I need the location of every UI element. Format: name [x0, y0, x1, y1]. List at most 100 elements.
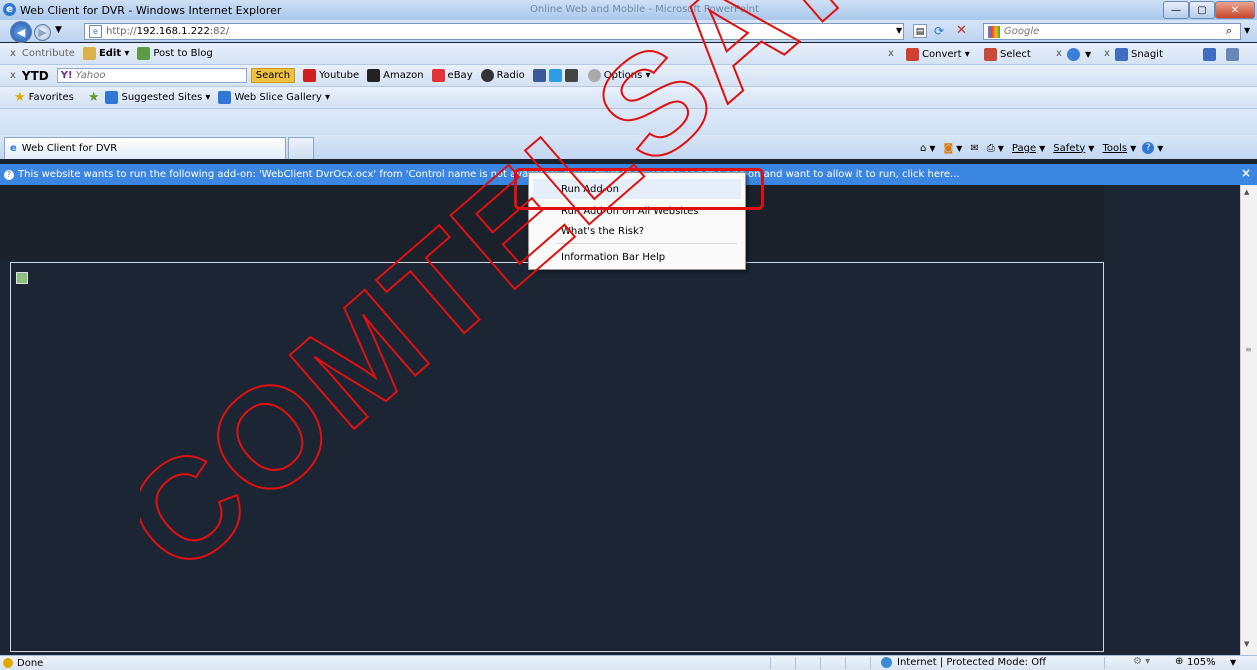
- back-button[interactable]: ◀: [10, 21, 32, 43]
- forward-button[interactable]: ▶: [34, 24, 51, 41]
- highlight-box: [514, 168, 764, 210]
- contribute-label: Contribute: [21, 48, 75, 59]
- ie-slice-icon: [218, 91, 232, 104]
- help-icon[interactable]: ?: [1142, 142, 1155, 154]
- search-button-label: Search: [255, 70, 291, 81]
- url-host: 192.168.1.222: [136, 26, 210, 37]
- close-window-button[interactable]: ✕: [1215, 1, 1255, 19]
- security-zone-text[interactable]: Internet | Protected Mode: Off: [897, 657, 1046, 668]
- yahoo-placeholder: Yahoo: [75, 70, 106, 81]
- snagit-capture-icon[interactable]: [1203, 48, 1216, 61]
- radio-button[interactable]: Radio: [480, 69, 525, 82]
- status-separator: [770, 657, 771, 669]
- recent-pages-chevron-icon[interactable]: ▼: [55, 25, 62, 35]
- select-button[interactable]: Select: [984, 48, 1031, 61]
- close-ytd-toolbar-icon[interactable]: x: [10, 70, 16, 81]
- help-dropdown-icon[interactable]: ▼: [1085, 50, 1091, 59]
- scroll-up-icon[interactable]: ▲: [1244, 188, 1249, 196]
- youtube-button[interactable]: Youtube: [303, 69, 359, 82]
- url-prefix: http://: [106, 26, 137, 37]
- pdf-convert-icon: [906, 48, 919, 61]
- status-separator: [820, 657, 821, 669]
- protected-mode-icon[interactable]: ⚙ ▾: [1133, 656, 1150, 667]
- activex-frame: [10, 262, 1104, 652]
- menu-item-whats-the-risk[interactable]: What's the Risk?: [533, 221, 741, 241]
- tools-menu-button[interactable]: Tools: [1102, 143, 1127, 154]
- radio-label: Radio: [496, 70, 525, 81]
- home-icon[interactable]: ⌂: [920, 143, 926, 154]
- options-button[interactable]: Options ▾: [587, 69, 651, 82]
- yahoo-search-field[interactable]: Y! Yahoo: [56, 68, 247, 83]
- zoom-dropdown-icon[interactable]: ▼: [1230, 658, 1236, 667]
- mail-icon[interactable]: ✉: [970, 143, 978, 154]
- ytd-label: YTD: [21, 68, 49, 83]
- new-tab-button[interactable]: [288, 137, 314, 159]
- search-icon[interactable]: ⌕: [1226, 24, 1232, 38]
- snagit-label: Snagit: [1131, 49, 1163, 60]
- gear-icon: [587, 69, 601, 82]
- ytd-button[interactable]: YTD: [22, 69, 49, 83]
- twitter-icon[interactable]: [548, 69, 562, 82]
- favorites-button[interactable]: ★ Favorites: [14, 90, 74, 105]
- background-window-title: Online Web and Mobile - Microsoft PowerP…: [530, 4, 759, 15]
- url-port: :82/: [209, 26, 230, 37]
- address-bar[interactable]: e http:// 192.168.1.222 :82/: [84, 23, 904, 40]
- youtube-label: Youtube: [319, 70, 360, 81]
- zoom-icon[interactable]: ⊕: [1175, 656, 1183, 667]
- edit-button[interactable]: Edit ▾: [82, 47, 129, 60]
- amazon-icon: [367, 69, 381, 82]
- stop-icon[interactable]: ✕: [956, 23, 967, 38]
- status-separator: [795, 657, 796, 669]
- address-dropdown-icon[interactable]: ▼: [896, 26, 902, 35]
- favorites-label: Favorites: [28, 92, 74, 103]
- select-label: Select: [1000, 49, 1031, 60]
- close-toolbar-icon[interactable]: x: [10, 48, 16, 59]
- favorites-bar: ★ Favorites ★ Suggested Sites ▾ Web Slice…: [0, 87, 1257, 109]
- search-input[interactable]: Google: [983, 23, 1241, 40]
- snagit-open-icon[interactable]: [1226, 48, 1239, 61]
- vertical-scrollbar[interactable]: ▲ ≡ ▼: [1240, 185, 1257, 655]
- scroll-down-icon[interactable]: ▼: [1244, 640, 1249, 648]
- post-to-blog-button[interactable]: Post to Blog: [137, 47, 213, 60]
- google-plus-icon[interactable]: [564, 69, 578, 82]
- print-icon[interactable]: ⎙: [987, 143, 995, 154]
- suggested-sites-button[interactable]: Suggested Sites ▾: [105, 91, 210, 104]
- star-icon: ★: [14, 90, 26, 105]
- search-options-chevron-icon[interactable]: ▼: [1244, 26, 1250, 35]
- ebay-button[interactable]: eBay: [431, 69, 473, 82]
- google-logo-icon: [988, 25, 1000, 38]
- feeds-icon[interactable]: ◙: [944, 143, 954, 154]
- information-bar-text: This website wants to run the following …: [18, 169, 960, 180]
- yahoo-icon: Y!: [60, 70, 73, 81]
- safety-menu-button[interactable]: Safety: [1053, 143, 1085, 154]
- facebook-icon[interactable]: [532, 69, 546, 82]
- contribute-button[interactable]: Contribute: [22, 48, 75, 59]
- close-snagit-toolbar-icon[interactable]: x: [1104, 48, 1110, 59]
- suggested-sites-label: Suggested Sites: [121, 92, 203, 103]
- zoom-level[interactable]: 105%: [1187, 657, 1216, 668]
- search-toolbar: x YTD Y! Yahoo Search Youtube Amazon eBa…: [0, 65, 1257, 87]
- menu-item-information-bar-help[interactable]: Information Bar Help: [533, 247, 741, 267]
- add-favorite-icon[interactable]: ★: [88, 90, 100, 105]
- search-button[interactable]: Search: [250, 68, 296, 83]
- refresh-icon[interactable]: ⟳: [934, 24, 944, 38]
- ie-page-icon: [105, 91, 119, 104]
- convert-button[interactable]: Convert ▾: [906, 48, 970, 61]
- page-menu-button[interactable]: Page: [1012, 143, 1036, 154]
- scroll-grip-icon[interactable]: ≡: [1245, 345, 1252, 354]
- status-text: Done: [17, 657, 44, 669]
- compatibility-view-icon[interactable]: ▤: [913, 24, 927, 38]
- tab-web-client[interactable]: e Web Client for DVR: [4, 137, 286, 159]
- close-help-toolbar-icon[interactable]: x: [1056, 48, 1062, 59]
- close-convert-toolbar-icon[interactable]: x: [888, 48, 894, 59]
- information-bar-close-icon[interactable]: ×: [1241, 166, 1251, 180]
- amazon-button[interactable]: Amazon: [367, 69, 424, 82]
- ebay-label: eBay: [447, 70, 473, 81]
- ie-logo-icon: e: [3, 3, 16, 16]
- snagit-button[interactable]: Snagit: [1115, 48, 1163, 61]
- minimize-button[interactable]: —: [1163, 1, 1189, 19]
- maximize-button[interactable]: ▢: [1189, 1, 1215, 19]
- command-bar: ⌂ ▼ ◙ ▼ ✉ ⎙ ▼ Page ▼ Safety ▼ Tools ▼ ? ▼: [920, 142, 1164, 154]
- help-toolbar-icon[interactable]: [1067, 48, 1080, 61]
- web-slice-gallery-button[interactable]: Web Slice Gallery ▾: [218, 91, 330, 104]
